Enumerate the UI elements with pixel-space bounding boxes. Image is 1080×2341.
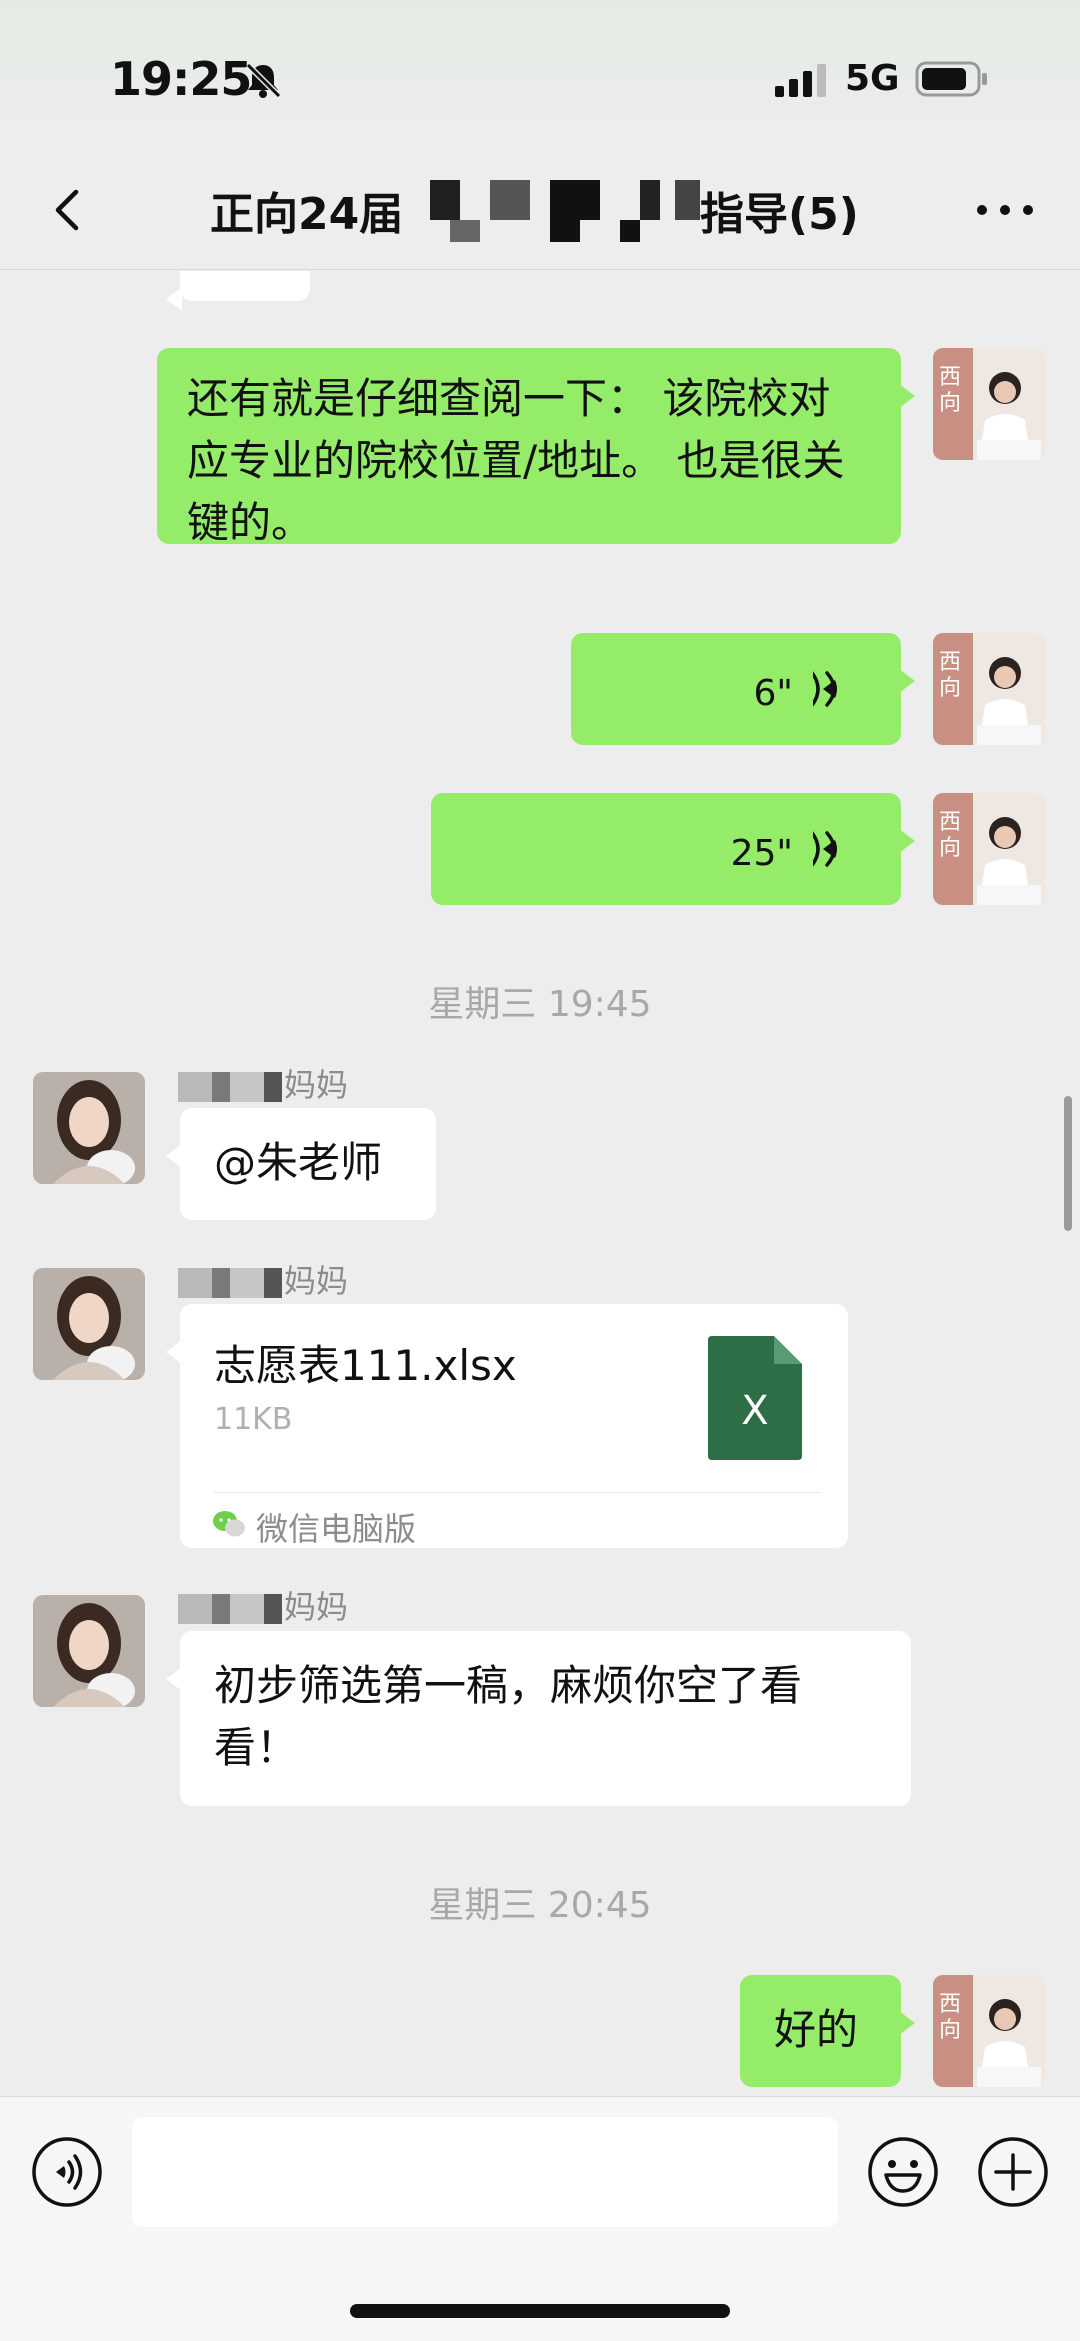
- wechat-icon: [213, 1511, 245, 1537]
- file-card-divider: [214, 1492, 820, 1493]
- voice-input-button[interactable]: [30, 2135, 104, 2209]
- message-text: 还有就是仔细查阅一下： 该院校对应专业的院校位置/地址。 也是很关键的。: [187, 374, 845, 547]
- message-text: 初步筛选第一稿，麻烦你空了看看！: [214, 1661, 803, 1772]
- sender-avatar[interactable]: [33, 1595, 145, 1707]
- svg-text:西: 西: [939, 810, 961, 835]
- redacted-name-mosaic: [172, 1594, 282, 1624]
- incoming-message-bubble[interactable]: 初步筛选第一稿，麻烦你空了看看！: [166, 1631, 911, 1806]
- sender-avatar[interactable]: [33, 1072, 145, 1184]
- bell-muted-icon: [245, 62, 282, 99]
- message-timestamp: 星期三 20:45: [428, 1885, 652, 1926]
- chat-title-suffix: 指导(5): [700, 189, 859, 240]
- file-name: 志愿表111.xlsx: [214, 1341, 517, 1390]
- svg-text:西: 西: [939, 650, 961, 675]
- voice-message-bubble[interactable]: 25": [431, 793, 915, 905]
- file-message-card[interactable]: 志愿表111.xlsx 11KB X 微信电脑版: [166, 1304, 848, 1548]
- voice-wave-icon: [813, 831, 837, 867]
- network-type: 5G: [845, 58, 900, 99]
- my-avatar[interactable]: 西 向: [933, 1975, 1045, 2087]
- incoming-message-bubble[interactable]: @朱老师: [166, 1108, 436, 1220]
- svg-text:西: 西: [939, 365, 961, 390]
- message-text: 好的: [774, 2005, 859, 2054]
- voice-message-bubble[interactable]: 6": [571, 633, 915, 745]
- status-bar: 19:25 5G: [0, 0, 1080, 150]
- message-input[interactable]: [132, 2117, 838, 2227]
- file-source-label: 微信电脑版: [256, 1510, 417, 1548]
- add-attachment-button[interactable]: [976, 2135, 1050, 2209]
- voice-duration: 25": [730, 833, 793, 874]
- svg-text:西: 西: [939, 1992, 961, 2017]
- chat-header: 正向24届 指导(5): [0, 150, 1080, 270]
- sender-avatar[interactable]: [33, 1268, 145, 1380]
- my-avatar[interactable]: 西 向: [933, 348, 1045, 460]
- my-avatar[interactable]: 西 向: [933, 633, 1045, 745]
- excel-file-icon: X: [708, 1336, 802, 1460]
- svg-text:向: 向: [939, 836, 961, 861]
- more-options-button[interactable]: [970, 190, 1040, 230]
- message-timestamp: 星期三 19:45: [428, 984, 652, 1025]
- message-list[interactable]: 还有就是仔细查阅一下： 该院校对应专业的院校位置/地址。 也是很关键的。 西 向…: [0, 271, 1080, 2096]
- my-avatar[interactable]: 西 向: [933, 793, 1045, 905]
- outgoing-message-bubble[interactable]: 好的: [740, 1975, 915, 2087]
- svg-text:向: 向: [939, 2018, 961, 2043]
- scrollbar[interactable]: [1064, 1096, 1072, 1231]
- excel-icon-letter: X: [741, 1388, 768, 1434]
- status-time: 19:25: [110, 52, 252, 106]
- partial-message-bubble[interactable]: [166, 271, 310, 311]
- signal-icon: [775, 64, 826, 97]
- sender-name: 妈妈: [172, 1582, 348, 1628]
- outgoing-message-bubble[interactable]: 还有就是仔细查阅一下： 该院校对应专业的院校位置/地址。 也是很关键的。: [157, 348, 915, 547]
- battery-icon: [915, 61, 987, 97]
- message-text: @朱老师: [214, 1138, 383, 1187]
- home-indicator[interactable]: [350, 2304, 730, 2318]
- redacted-name-mosaic: [172, 1268, 282, 1298]
- emoji-button[interactable]: [866, 2135, 940, 2209]
- svg-text:向: 向: [939, 676, 961, 701]
- file-size: 11KB: [214, 1402, 293, 1437]
- voice-duration: 6": [753, 673, 793, 714]
- svg-text:向: 向: [939, 391, 961, 416]
- voice-wave-icon: [813, 671, 837, 707]
- redacted-name-mosaic: [172, 1072, 282, 1102]
- sender-name: 妈妈: [172, 1060, 348, 1106]
- back-button[interactable]: [40, 180, 100, 240]
- redacted-title-mosaic: [420, 180, 700, 242]
- sender-name: 妈妈: [172, 1256, 348, 1302]
